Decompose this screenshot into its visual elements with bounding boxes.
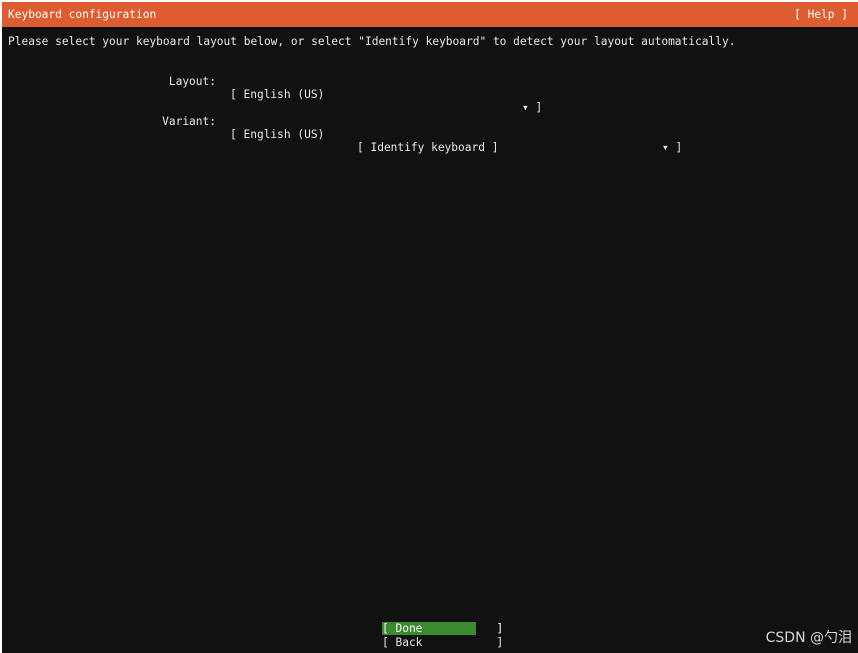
variant-select[interactable]: [ English (US) <box>230 128 324 141</box>
layout-dropdown-arrow-icon[interactable]: ▾ ] <box>522 101 542 114</box>
help-button[interactable]: [ Help ] <box>794 8 848 21</box>
back-button[interactable]: [ Back ] <box>382 636 503 649</box>
variant-bracket-open: [ <box>230 128 244 141</box>
instructions-text: Please select your keyboard layout below… <box>8 35 736 48</box>
variant-row: Variant: [ English (US) ▾ ] <box>2 102 682 167</box>
done-button[interactable]: [ Done ] <box>382 622 503 635</box>
watermark: CSDN @勺泪 <box>765 630 852 646</box>
title-bar: Keyboard configuration [ Help ] <box>2 2 858 27</box>
installer-screen: Keyboard configuration [ Help ] Please s… <box>2 2 858 653</box>
identify-keyboard-button[interactable]: [ Identify keyboard ] <box>357 141 498 154</box>
layout-select[interactable]: [ English (US) <box>230 88 324 101</box>
page-title: Keyboard configuration <box>8 8 157 21</box>
layout-bracket-open: [ <box>230 88 244 101</box>
variant-selected-value: English (US) <box>243 128 325 141</box>
layout-selected-value: English (US) <box>243 88 325 101</box>
variant-dropdown-arrow-icon[interactable]: ▾ ] <box>662 141 682 154</box>
layout-label: Layout: <box>168 75 216 88</box>
variant-label: Variant: <box>162 115 216 128</box>
